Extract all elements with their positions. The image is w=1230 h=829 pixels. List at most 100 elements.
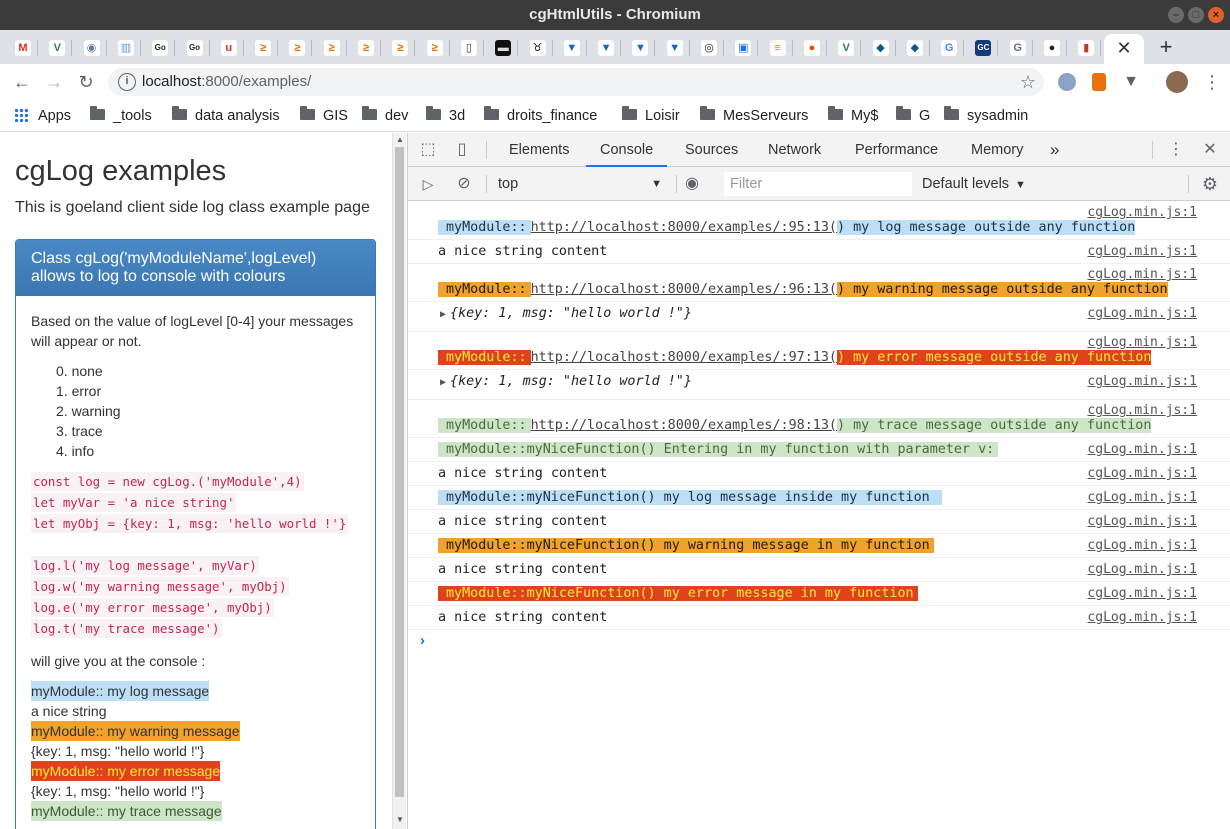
browser-tab[interactable]: Go <box>180 35 210 61</box>
tab-memory[interactable]: Memory <box>970 133 1024 167</box>
browser-tab[interactable]: ▯ <box>454 35 484 61</box>
browser-tab[interactable]: V <box>42 35 73 61</box>
back-button[interactable]: ← <box>10 70 34 94</box>
new-tab-button[interactable]: + <box>1152 34 1180 62</box>
page-scrollbar[interactable]: ▲ ▼ <box>392 133 406 829</box>
extension-icon[interactable] <box>1058 73 1076 91</box>
bookmark-my-[interactable]: My$ <box>828 106 878 126</box>
live-expression-eye-icon[interactable]: ◉ <box>682 174 702 194</box>
scroll-down-arrow-icon[interactable]: ▼ <box>396 815 404 824</box>
extension-flask-icon[interactable] <box>1092 73 1106 91</box>
expand-triangle-icon[interactable]: ▶ <box>440 306 446 323</box>
object-preview[interactable]: {key: 1, msg: "hello world !"} <box>450 306 692 321</box>
url-text[interactable]: localhost:8000/examples/ <box>142 68 311 96</box>
inspect-element-icon[interactable]: ⬚ <box>418 140 438 160</box>
browser-tab[interactable]: u <box>214 35 244 61</box>
console-message[interactable]: cgLog.min.js:1 myModule::myNiceFunction()… <box>408 582 1230 606</box>
source-link[interactable]: cgLog.min.js:1 <box>1087 441 1197 458</box>
bookmark-loisir[interactable]: Loisir <box>622 106 680 126</box>
browser-tab[interactable]: ≥ <box>282 35 313 61</box>
browser-tab[interactable]: ≥ <box>351 35 381 61</box>
console-message[interactable]: cgLog.min.js:1 myModule:: http://localhost… <box>408 400 1230 438</box>
address-bar[interactable]: i localhost:8000/examples/ ☆ <box>108 68 1044 96</box>
console-message[interactable]: cgLog.min.js:1 a nice string content <box>408 510 1230 534</box>
source-link[interactable]: cgLog.min.js:1 <box>1087 537 1197 554</box>
source-link[interactable]: cgLog.min.js:1 <box>1087 585 1197 602</box>
bookmark--tools[interactable]: _tools <box>90 106 152 126</box>
scroll-thumb[interactable] <box>395 147 404 797</box>
close-window-button[interactable]: × <box>1208 7 1224 23</box>
console-message[interactable]: cgLog.min.js:1 myModule::myNiceFunction()… <box>408 438 1230 462</box>
clear-console-icon[interactable]: ⊘ <box>454 174 474 194</box>
console-message[interactable]: cgLog.min.js:1 ▶ {key: 1, msg: "hello worl… <box>408 302 1230 332</box>
maximize-button[interactable]: □ <box>1188 7 1204 23</box>
console-message[interactable]: cgLog.min.js:1 myModule::myNiceFunction()… <box>408 486 1230 510</box>
forward-button[interactable]: → <box>42 70 66 94</box>
browser-tab[interactable]: V <box>831 35 862 61</box>
source-link[interactable]: cgLog.min.js:1 <box>1087 373 1197 390</box>
browser-tab[interactable]: ≥ <box>317 35 347 61</box>
browser-tab[interactable]: ≥ <box>420 35 450 61</box>
info-icon[interactable]: i <box>118 73 136 91</box>
browser-tab[interactable]: ▮ <box>1071 35 1102 61</box>
source-link[interactable]: cgLog.min.js:1 <box>1087 305 1197 322</box>
bookmark-messerveurs[interactable]: MesServeurs <box>700 106 808 126</box>
browser-tab[interactable]: ◆ <box>900 35 930 61</box>
browser-tab[interactable]: ▬ <box>488 35 519 61</box>
more-tabs-button[interactable]: » <box>1049 133 1060 167</box>
browser-tab[interactable]: ● <box>1037 35 1067 61</box>
source-link[interactable]: cgLog.min.js:1 <box>1087 489 1197 506</box>
source-link[interactable]: cgLog.min.js:1 <box>1087 465 1197 482</box>
active-tab[interactable]: ✕ <box>1104 34 1144 64</box>
source-url-link[interactable]: http://localhost:8000/examples/:95:13( <box>530 220 837 235</box>
bookmark-g[interactable]: G <box>896 106 930 126</box>
source-link[interactable]: cgLog.min.js:1 <box>1087 243 1197 260</box>
browser-tab[interactable]: ◆ <box>866 35 896 61</box>
tab-console[interactable]: Console <box>586 133 668 167</box>
console-message[interactable]: cgLog.min.js:1 a nice string content <box>408 558 1230 582</box>
source-url-link[interactable]: http://localhost:8000/examples/:96:13( <box>530 282 837 297</box>
browser-tab[interactable]: ♉ <box>523 35 553 61</box>
bookmark-sysadmin[interactable]: sysadmin <box>944 106 1028 126</box>
browser-tab[interactable]: ◉ <box>77 35 107 61</box>
console-message[interactable]: cgLog.min.js:1 a nice string content <box>408 606 1230 630</box>
browser-tab[interactable]: ◎ <box>694 35 724 61</box>
console-message[interactable]: cgLog.min.js:1 ▶ {key: 1, msg: "hello worl… <box>408 370 1230 400</box>
close-tab-icon[interactable]: ✕ <box>1104 34 1144 62</box>
browser-tab[interactable]: ≥ <box>248 35 279 61</box>
console-prompt-icon[interactable]: › <box>420 632 425 649</box>
bookmark-droits-finance[interactable]: droits_finance <box>484 106 597 126</box>
vuetify-extension-icon[interactable]: ▼ <box>1122 73 1140 91</box>
browser-tab[interactable]: G <box>1003 35 1033 61</box>
show-sidebar-icon[interactable]: ▷ <box>418 174 438 194</box>
console-filter-input[interactable] <box>724 172 912 196</box>
browser-tab[interactable]: G <box>934 35 965 61</box>
source-link[interactable]: cgLog.min.js:1 <box>1087 561 1197 578</box>
browser-tab[interactable]: ▼ <box>660 35 690 61</box>
console-settings-gear-icon[interactable]: ⚙ <box>1200 174 1220 194</box>
console-message[interactable]: cgLog.min.js:1 myModule:: http://localhost… <box>408 202 1230 240</box>
bookmark-3d[interactable]: 3d <box>426 106 465 126</box>
menu-kebab-icon[interactable]: ⋮ <box>1200 70 1224 94</box>
source-url-link[interactable]: http://localhost:8000/examples/:98:13( <box>530 418 837 433</box>
console-message[interactable]: cgLog.min.js:1 a nice string content <box>408 240 1230 264</box>
browser-tab[interactable]: Go <box>145 35 176 61</box>
avatar[interactable] <box>1166 71 1188 93</box>
tab-performance[interactable]: Performance <box>854 133 939 167</box>
browser-tab[interactable]: ≥ <box>385 35 416 61</box>
tab-network[interactable]: Network <box>767 133 822 167</box>
source-url-link[interactable]: http://localhost:8000/examples/:97:13( <box>530 350 837 365</box>
console-message[interactable]: cgLog.min.js:1 a nice string content <box>408 462 1230 486</box>
bookmark-data-analysis[interactable]: data analysis <box>172 106 280 126</box>
minimize-button[interactable]: – <box>1168 7 1184 23</box>
browser-tab[interactable]: ▼ <box>625 35 656 61</box>
tab-elements[interactable]: Elements <box>508 133 570 167</box>
browser-tab[interactable]: ▣ <box>728 35 759 61</box>
browser-tab[interactable]: ● <box>797 35 827 61</box>
reload-button[interactable]: ↻ <box>74 70 98 94</box>
close-devtools-icon[interactable]: ✕ <box>1200 140 1220 160</box>
browser-tab[interactable]: ▼ <box>591 35 622 61</box>
source-link[interactable]: cgLog.min.js:1 <box>1087 513 1197 530</box>
tab-sources[interactable]: Sources <box>684 133 739 167</box>
bookmark-apps[interactable]: Apps <box>14 106 71 126</box>
